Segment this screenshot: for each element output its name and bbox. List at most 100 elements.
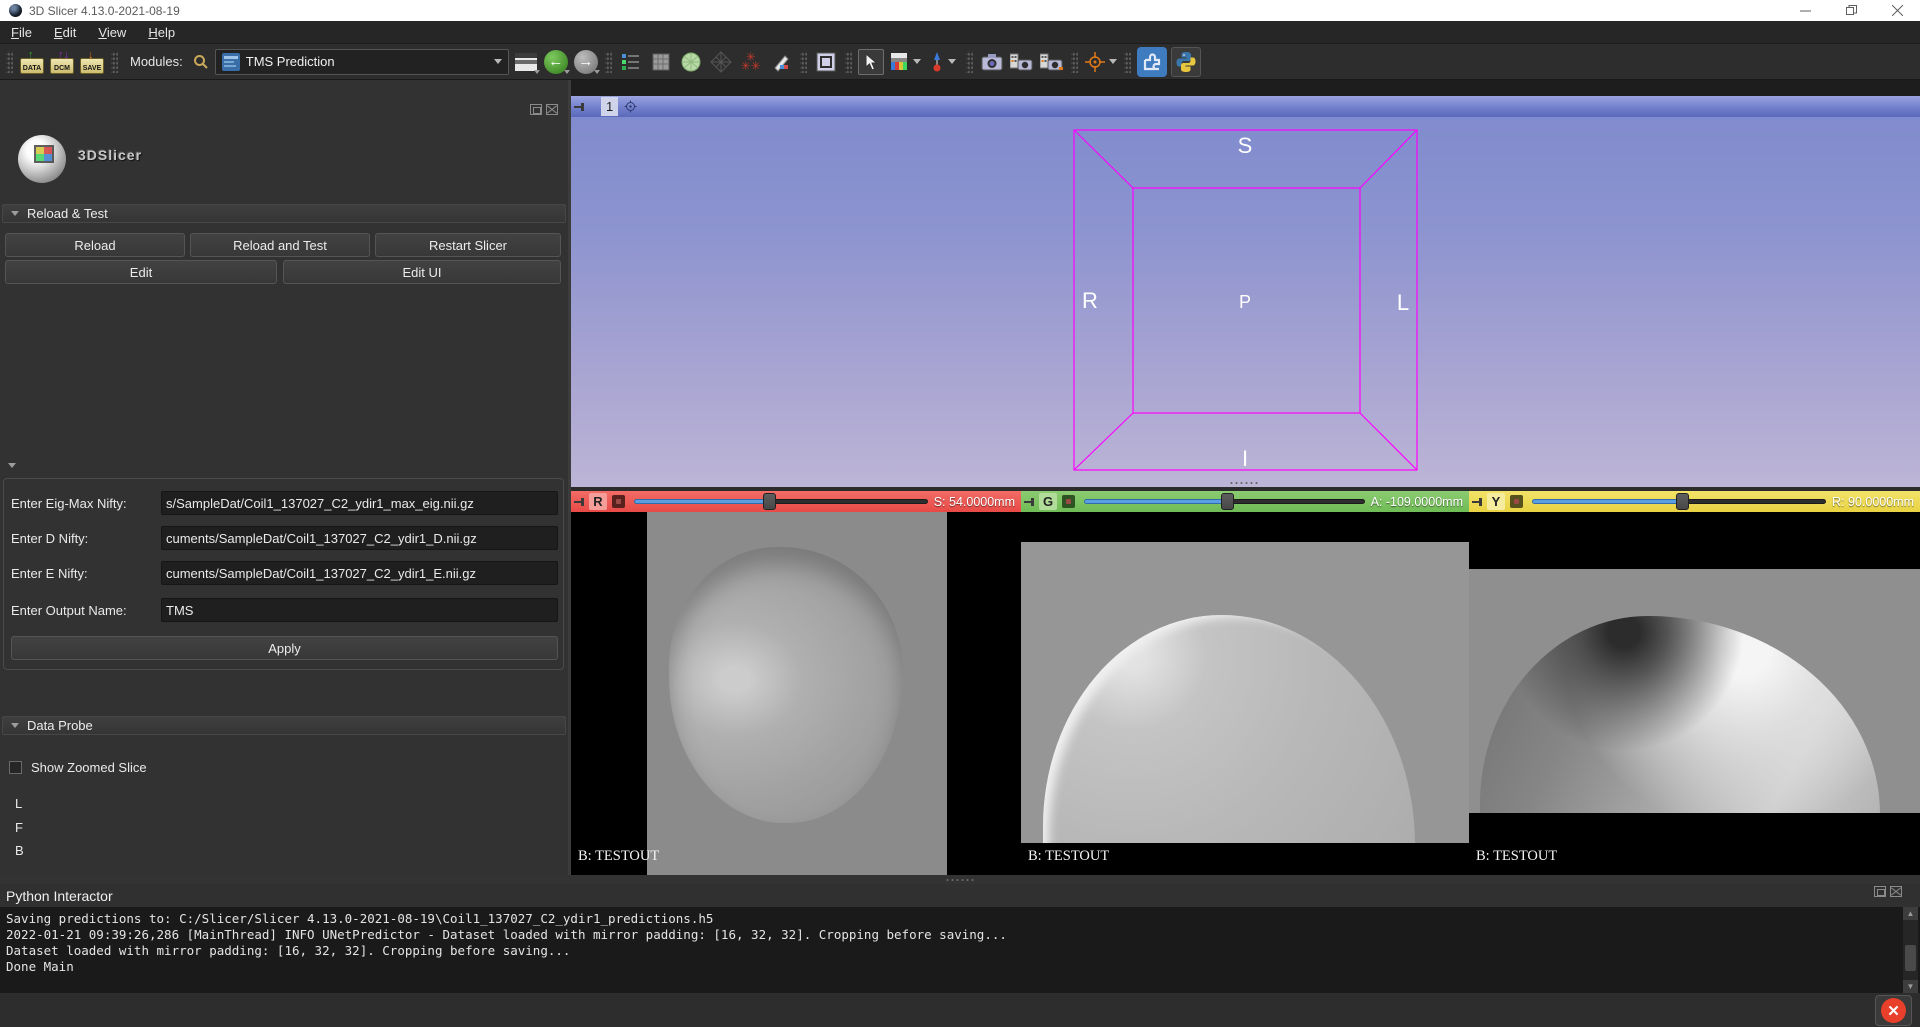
- history-back-button[interactable]: ←: [543, 49, 569, 75]
- module-list-icon: [622, 53, 640, 71]
- toolbar-grip[interactable]: [800, 51, 807, 73]
- yellow-slice-menu-button[interactable]: Y: [1487, 493, 1505, 510]
- e-nifty-input[interactable]: [161, 561, 558, 585]
- yellow-slice-visibility-icon[interactable]: [1510, 495, 1523, 508]
- red-slice-visibility-icon[interactable]: [612, 495, 625, 508]
- red-slice-pin-icon[interactable]: [571, 491, 587, 512]
- console-scrollbar[interactable]: ▲ ▼: [1903, 907, 1918, 993]
- green-slice-pin-icon[interactable]: [1021, 491, 1037, 512]
- menu-edit[interactable]: Edit: [43, 21, 87, 44]
- capture-volume-button[interactable]: [1039, 49, 1065, 75]
- python-interactor-button[interactable]: [1171, 47, 1201, 77]
- view-splitter-dots[interactable]: [1229, 481, 1259, 485]
- puzzle-icon: [1142, 52, 1162, 72]
- module-selector-combobox[interactable]: TMS Prediction: [215, 49, 509, 75]
- yellow-slice-view[interactable]: B: TESTOUT: [1469, 512, 1920, 875]
- history-forward-button[interactable]: →: [573, 49, 599, 75]
- python-panel-splitter[interactable]: [0, 875, 1920, 884]
- arrow-updown-icon: ↑↓: [58, 50, 69, 60]
- toolbar-grip[interactable]: [966, 51, 973, 73]
- yellow-slice-slider-handle[interactable]: [1676, 493, 1689, 510]
- close-panel-icon[interactable]: [546, 104, 558, 115]
- undock-panel-icon[interactable]: [530, 104, 542, 115]
- pointer-tool-button[interactable]: [858, 49, 884, 75]
- red-slice-view[interactable]: B: TESTOUT: [571, 512, 1021, 875]
- load-dicom-button[interactable]: ↑↓ DCM: [49, 49, 75, 75]
- show-zoomed-slice-checkbox[interactable]: [9, 761, 22, 774]
- error-log-button[interactable]: ✕: [1875, 995, 1912, 1026]
- camera-building-icon-2: [1040, 52, 1064, 72]
- green-slice-footer: B: TESTOUT: [1028, 848, 1109, 865]
- toolbar-grip[interactable]: [1071, 51, 1078, 73]
- scrollbar-thumb[interactable]: [1905, 945, 1916, 971]
- menu-file[interactable]: File: [0, 21, 43, 44]
- module-collapse-arrow-icon[interactable]: [8, 463, 16, 468]
- red-slice-menu-button[interactable]: R: [589, 493, 607, 510]
- close-python-icon[interactable]: [1890, 886, 1902, 897]
- undock-python-icon[interactable]: [1874, 886, 1886, 897]
- green-slice-slider-handle[interactable]: [1221, 493, 1234, 510]
- capture-view-button[interactable]: [979, 49, 1005, 75]
- reload-and-test-button[interactable]: Reload and Test: [190, 233, 370, 257]
- load-data-button[interactable]: ↑ DATA: [19, 49, 45, 75]
- edit-button[interactable]: Edit: [5, 260, 277, 284]
- minimize-button[interactable]: [1782, 0, 1828, 21]
- edit-ui-button[interactable]: Edit UI: [283, 260, 561, 284]
- screenshot-button[interactable]: [813, 49, 839, 75]
- toolbar-grip[interactable]: [1124, 51, 1131, 73]
- module-search-button[interactable]: [191, 49, 211, 75]
- red-slice-slider-handle[interactable]: [763, 493, 776, 510]
- module-history-button[interactable]: [618, 49, 644, 75]
- green-slice-view[interactable]: B: TESTOUT: [1021, 512, 1469, 875]
- menu-help[interactable]: Help: [137, 21, 186, 44]
- restore-button[interactable]: [1828, 0, 1874, 21]
- crosshair-button[interactable]: [1084, 49, 1118, 75]
- extensions-manager-button[interactable]: [1137, 47, 1167, 77]
- markups-button[interactable]: ✳✳✳: [738, 49, 764, 75]
- save-data-button[interactable]: ↓ SAVE: [79, 49, 105, 75]
- output-name-input[interactable]: [161, 598, 558, 622]
- threed-view[interactable]: 1 S I R L P: [571, 96, 1920, 487]
- volume-rendering-button[interactable]: [648, 49, 674, 75]
- camera-icon: [981, 52, 1003, 72]
- apply-button[interactable]: Apply: [11, 636, 558, 660]
- reload-button[interactable]: Reload: [5, 233, 185, 257]
- green-slice-offset-readout: A: -109.0000mm: [1371, 495, 1463, 509]
- red-slice-slider[interactable]: [634, 491, 928, 512]
- python-interactor-title: Python Interactor: [6, 888, 113, 904]
- pen-icon: [771, 52, 791, 72]
- eig-max-input[interactable]: [161, 491, 558, 515]
- toolbar-grip[interactable]: [605, 51, 612, 73]
- scroll-down-icon[interactable]: ▼: [1903, 980, 1918, 993]
- splitter-dots[interactable]: [945, 878, 975, 882]
- d-nifty-input[interactable]: [161, 526, 558, 550]
- toolbar-grip[interactable]: [111, 51, 118, 73]
- yellow-slice-pin-icon[interactable]: [1469, 491, 1485, 512]
- arrow-left-icon: ←: [548, 53, 563, 70]
- toolbar-grip[interactable]: [6, 51, 13, 73]
- layout-selector-button[interactable]: [513, 49, 539, 75]
- data-probe-section-header[interactable]: Data Probe: [2, 716, 566, 735]
- red-slice-footer: B: TESTOUT: [578, 848, 659, 865]
- toolbar-grip[interactable]: [845, 51, 852, 73]
- green-slice-visibility-icon[interactable]: [1062, 495, 1075, 508]
- selected-module-name: TMS Prediction: [246, 54, 488, 69]
- restart-slicer-button[interactable]: Restart Slicer: [375, 233, 561, 257]
- axis-label-inferior: I: [1242, 446, 1248, 471]
- menu-view[interactable]: View: [87, 21, 137, 44]
- green-slice-slider[interactable]: [1084, 491, 1365, 512]
- close-window-button[interactable]: [1874, 0, 1920, 21]
- python-console[interactable]: Saving predictions to: C:/Slicer/Slicer …: [0, 907, 1920, 993]
- green-slice-menu-button[interactable]: G: [1039, 493, 1057, 510]
- window-level-tool-button[interactable]: [888, 49, 922, 75]
- mesh-button[interactable]: [708, 49, 734, 75]
- annotate-button[interactable]: [768, 49, 794, 75]
- models-button[interactable]: [678, 49, 704, 75]
- place-point-tool-button[interactable]: [926, 49, 960, 75]
- reload-test-section-header[interactable]: Reload & Test: [2, 204, 566, 223]
- scroll-up-icon[interactable]: ▲: [1903, 907, 1918, 920]
- capture-sequence-button[interactable]: [1009, 49, 1035, 75]
- yellow-slice-slider[interactable]: [1532, 491, 1826, 512]
- tms-module-icon: [222, 53, 240, 71]
- green-sphere-icon: [680, 51, 702, 73]
